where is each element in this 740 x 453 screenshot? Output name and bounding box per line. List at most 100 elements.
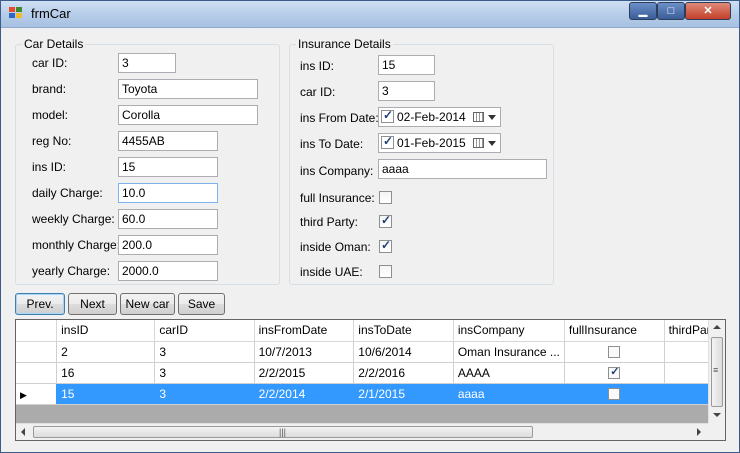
cell-ins-from-date[interactable]: 2/2/2015 [254, 362, 355, 384]
ins-from-date-checkbox[interactable] [381, 108, 394, 123]
ins-from-date-value: 02-Feb-2014 [397, 110, 466, 124]
model-field[interactable]: Corolla [118, 105, 258, 125]
window-title: frmCar [31, 6, 71, 21]
cell-ins-id[interactable]: 15 [56, 383, 156, 405]
ins-from-date-picker[interactable]: 02-Feb-2014 [378, 107, 501, 127]
car-details-title: Car Details [22, 37, 86, 51]
title-bar[interactable]: frmCar ▁ □ ✕ [1, 1, 739, 28]
ins-to-date-picker[interactable]: 01-Feb-2015 [378, 133, 501, 153]
third-party-label: third Party: [300, 215, 359, 229]
ins-car-id-label: car ID: [300, 85, 336, 99]
cell-ins-company[interactable]: aaaa [453, 383, 565, 405]
yearly-charge-field[interactable]: 2000.0 [118, 261, 218, 281]
model-label: model: [32, 108, 69, 122]
daily-charge-field[interactable]: 10.0 [118, 183, 218, 203]
ins-car-id-field[interactable]: 3 [378, 81, 435, 101]
cell-ins-to-date[interactable]: 2/2/2016 [353, 362, 454, 384]
row-header[interactable] [16, 341, 58, 363]
cell-car-id[interactable]: 3 [154, 383, 255, 405]
calendar-icon[interactable] [473, 138, 484, 148]
daily-charge-label: daily Charge: [32, 186, 103, 200]
scroll-right-icon[interactable] [697, 428, 701, 436]
table-row-selected[interactable]: ▶ 15 3 2/2/2014 2/1/2015 aaaa [16, 383, 725, 405]
row-header[interactable] [16, 362, 58, 384]
car-id-field[interactable]: 3 [118, 53, 176, 73]
vertical-scrollbar[interactable]: ≡ [708, 320, 725, 423]
cell-full-insurance[interactable] [564, 362, 665, 384]
ins-company-label: ins Company: [300, 164, 374, 178]
save-button[interactable]: Save [178, 293, 225, 315]
chevron-down-icon[interactable] [488, 115, 496, 120]
prev-button[interactable]: Prev. [15, 293, 65, 315]
ins-company-field[interactable]: aaaa [378, 159, 547, 179]
brand-field[interactable]: Toyota [118, 79, 258, 99]
car-ins-id-label: ins ID: [32, 160, 67, 174]
ins-from-date-label: ins From Date: [300, 111, 379, 125]
app-icon [9, 7, 22, 18]
car-id-label: car ID: [32, 56, 68, 70]
insurance-grid[interactable]: insID carID insFromDate insToDate insCom… [15, 319, 726, 441]
monthly-charge-field[interactable]: 200.0 [118, 235, 218, 255]
scroll-up-icon[interactable] [713, 325, 721, 329]
full-insurance-cell-checkbox[interactable] [608, 346, 621, 359]
maximize-button[interactable]: □ [657, 2, 685, 20]
main-window: frmCar ▁ □ ✕ Car Details car ID: 3 brand… [0, 0, 740, 453]
brand-label: brand: [32, 82, 67, 96]
close-icon: ✕ [703, 5, 713, 17]
monthly-charge-label: monthly Charge: [32, 238, 121, 252]
cell-ins-company[interactable]: AAAA [453, 362, 565, 384]
cell-ins-id[interactable]: 16 [56, 362, 156, 384]
next-button[interactable]: Next [68, 293, 117, 315]
minimize-icon: ▁ [638, 5, 648, 17]
grip-icon: ≡ [713, 365, 719, 375]
cell-ins-to-date[interactable]: 10/6/2014 [353, 341, 454, 363]
full-insurance-checkbox[interactable] [379, 191, 392, 204]
cell-ins-to-date[interactable]: 2/1/2015 [353, 383, 454, 405]
scroll-down-icon[interactable] [713, 413, 721, 417]
reg-no-field[interactable]: 4455AB [118, 131, 218, 151]
ins-to-date-label: ins To Date: [300, 137, 364, 151]
table-row[interactable]: 16 3 2/2/2015 2/2/2016 AAAA [16, 362, 725, 384]
vertical-scroll-thumb[interactable]: ≡ [711, 337, 723, 407]
inside-oman-label: inside Oman: [300, 240, 371, 254]
scroll-left-icon[interactable] [21, 428, 25, 436]
cell-car-id[interactable]: 3 [154, 341, 255, 363]
inside-oman-checkbox[interactable] [379, 238, 392, 253]
table-row[interactable]: 2 3 10/7/2013 10/6/2014 Oman Insurance .… [16, 341, 725, 363]
column-header[interactable]: fullInsurance [564, 320, 665, 342]
reg-no-label: reg No: [32, 134, 72, 148]
column-header[interactable]: insFromDate [254, 320, 355, 342]
weekly-charge-label: weekly Charge: [32, 212, 115, 226]
new-car-button[interactable]: New car [120, 293, 175, 315]
maximize-icon: □ [667, 5, 675, 17]
full-insurance-cell-checkbox[interactable] [608, 388, 621, 401]
column-header[interactable]: insID [56, 320, 156, 342]
full-insurance-cell-checkbox[interactable] [608, 365, 621, 380]
ins-id-field[interactable]: 15 [378, 55, 435, 75]
grid-table: insID carID insFromDate insToDate insCom… [16, 320, 725, 405]
row-header[interactable]: ▶ [16, 383, 58, 405]
cell-ins-id[interactable]: 2 [56, 341, 156, 363]
cell-ins-company[interactable]: Oman Insurance ... [453, 341, 565, 363]
weekly-charge-field[interactable]: 60.0 [118, 209, 218, 229]
grid-header-row: insID carID insFromDate insToDate insCom… [16, 320, 725, 342]
calendar-icon[interactable] [473, 112, 484, 122]
horizontal-scrollbar[interactable]: ||| [16, 423, 708, 440]
column-header[interactable]: carID [154, 320, 255, 342]
cell-car-id[interactable]: 3 [154, 362, 255, 384]
car-ins-id-field[interactable]: 15 [118, 157, 218, 177]
third-party-checkbox[interactable] [379, 213, 392, 228]
cell-full-insurance[interactable] [564, 341, 665, 363]
inside-uae-checkbox[interactable] [379, 265, 392, 278]
ins-to-date-checkbox[interactable] [381, 134, 394, 149]
horizontal-scroll-thumb[interactable]: ||| [33, 426, 533, 438]
minimize-button[interactable]: ▁ [629, 2, 657, 20]
chevron-down-icon[interactable] [488, 141, 496, 146]
ins-id-label: ins ID: [300, 59, 335, 73]
column-header[interactable]: insToDate [353, 320, 454, 342]
close-button[interactable]: ✕ [685, 2, 731, 20]
cell-ins-from-date[interactable]: 10/7/2013 [254, 341, 355, 363]
cell-ins-from-date[interactable]: 2/2/2014 [254, 383, 355, 405]
cell-full-insurance[interactable] [564, 383, 665, 405]
column-header[interactable]: insCompany [453, 320, 565, 342]
